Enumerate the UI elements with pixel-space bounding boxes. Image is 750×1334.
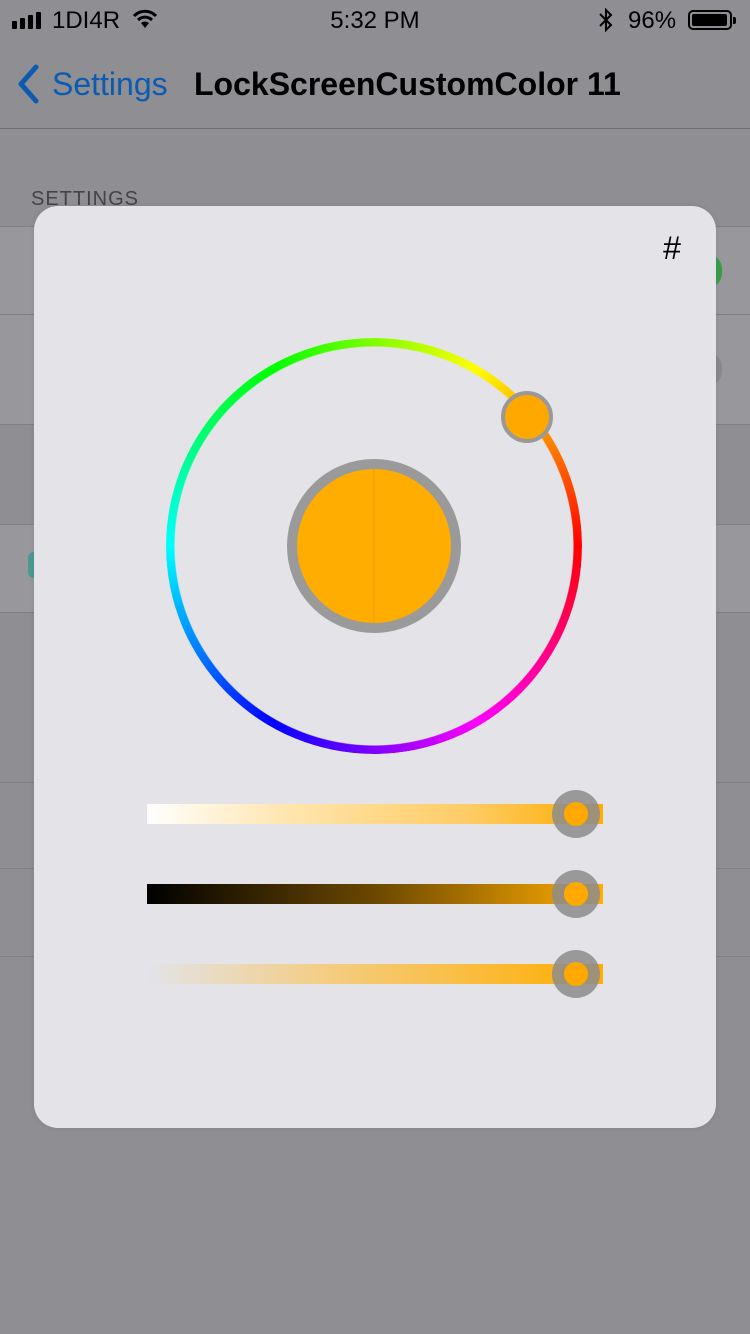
brightness-thumb[interactable] [551, 870, 600, 918]
alpha-thumb[interactable] [551, 950, 600, 998]
status-bar: 1DI4R 5:32 PM 96% [0, 0, 750, 40]
battery-percent: 96% [628, 7, 677, 34]
navigation-bar: Settings LockScreenCustomColor 11 [0, 40, 750, 129]
color-picker-modal: # [34, 206, 716, 1128]
bluetooth-icon [599, 7, 613, 33]
hex-input-button[interactable]: # [656, 230, 688, 270]
saturation-track [147, 804, 603, 824]
brightness-track [147, 884, 603, 904]
saturation-thumb[interactable] [551, 790, 600, 838]
back-button-label: Settings [52, 65, 168, 102]
hue-wheel[interactable] [166, 338, 582, 754]
battery-icon [688, 10, 736, 30]
back-button[interactable]: Settings [16, 64, 168, 104]
alpha-slider[interactable] [147, 950, 603, 998]
page-title: LockScreenCustomColor 11 [194, 66, 621, 102]
color-preview [287, 459, 461, 633]
brightness-slider[interactable] [147, 870, 603, 918]
saturation-slider[interactable] [147, 790, 603, 838]
alpha-track [147, 964, 603, 984]
chevron-left-icon [18, 64, 39, 104]
